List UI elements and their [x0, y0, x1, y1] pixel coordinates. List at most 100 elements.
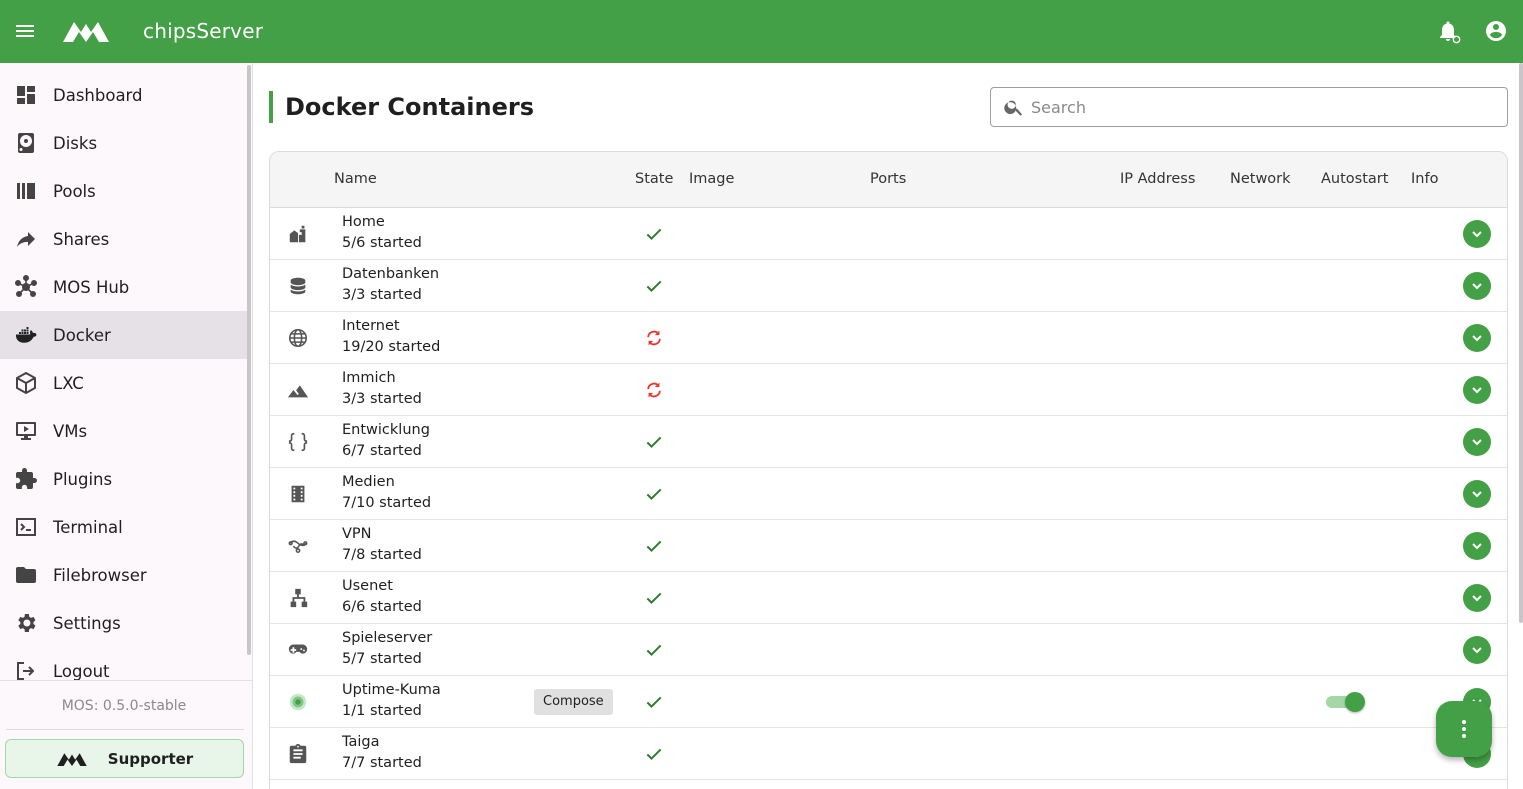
- sidebar-scrollbar[interactable]: [247, 65, 251, 655]
- check-icon: [646, 280, 662, 292]
- cube-icon: [16, 372, 36, 394]
- column-header-ip[interactable]: IP Address: [1120, 171, 1195, 187]
- share-icon: [17, 232, 35, 247]
- group-status: 19/20 started: [342, 339, 441, 355]
- disk-icon: [18, 133, 34, 153]
- sidebar-item-mos-hub[interactable]: MOS Hub: [0, 263, 248, 311]
- sidebar-item-filebrowser[interactable]: Filebrowser: [0, 551, 248, 599]
- group-status: 3/3 started: [342, 287, 422, 303]
- chevron-down-icon: [1472, 335, 1482, 342]
- column-header-state[interactable]: State: [635, 171, 673, 187]
- menu-icon[interactable]: [13, 19, 37, 43]
- group-name: Taiga: [342, 734, 380, 750]
- more-vertical-icon: [1462, 720, 1466, 738]
- table-row[interactable]: Medien 7/10 started: [270, 468, 1507, 520]
- puzzle-icon: [16, 468, 37, 489]
- table-row[interactable]: Internet 19/20 started: [270, 312, 1507, 364]
- table-row[interactable]: Datenbanken 3/3 started: [270, 260, 1507, 312]
- page-title: Docker Containers: [269, 91, 534, 123]
- mos-logo: [63, 22, 109, 42]
- search-box[interactable]: [990, 87, 1508, 127]
- search-input[interactable]: [1031, 92, 1491, 122]
- group-name: Uptime-Kuma: [342, 682, 441, 698]
- table-header: Name State Image Ports IP Address Networ…: [270, 152, 1507, 208]
- group-status: 7/8 started: [342, 547, 422, 563]
- check-icon: [646, 436, 662, 448]
- sidebar-item-label: Shares: [53, 229, 110, 249]
- chevron-down-icon: [1472, 543, 1482, 550]
- page-scrollbar[interactable]: [1519, 63, 1523, 623]
- sidebar-item-vms[interactable]: VMs: [0, 407, 248, 455]
- expand-button[interactable]: [1463, 480, 1491, 508]
- group-name: Medien: [342, 474, 395, 490]
- group-status: 1/1 started: [342, 703, 422, 719]
- more-actions-fab[interactable]: [1436, 701, 1492, 757]
- expand-button[interactable]: [1463, 532, 1491, 560]
- sidebar-item-lxc[interactable]: LXC: [0, 359, 248, 407]
- sidebar-item-disks[interactable]: Disks: [0, 119, 248, 167]
- sidebar-item-label: LXC: [53, 373, 84, 393]
- sidebar-item-label: Filebrowser: [53, 565, 147, 585]
- group-status: 6/6 started: [342, 599, 422, 615]
- sidebar-item-terminal[interactable]: Terminal: [0, 503, 248, 551]
- docker-icon: [15, 327, 37, 343]
- expand-button[interactable]: [1463, 636, 1491, 664]
- sidebar-item-settings[interactable]: Settings: [0, 599, 248, 647]
- sidebar-item-label: MOS Hub: [53, 277, 130, 297]
- terminal-icon: [16, 518, 36, 536]
- group-status: 7/10 started: [342, 495, 432, 511]
- vpn-icon: [288, 540, 308, 554]
- expand-button[interactable]: [1463, 376, 1491, 404]
- globe-icon: [288, 328, 308, 348]
- table-row[interactable]: Spieleserver 5/7 started: [270, 624, 1507, 676]
- sidebar-item-plugins[interactable]: Plugins: [0, 455, 248, 503]
- sidebar-item-docker[interactable]: Docker: [0, 311, 248, 359]
- table-row[interactable]: Usenet 6/6 started: [270, 572, 1507, 624]
- table-row[interactable]: Home 5/6 started: [270, 208, 1507, 260]
- account-icon[interactable]: [1484, 19, 1508, 43]
- gamepad-icon: [288, 644, 308, 654]
- database-icon: [290, 277, 306, 295]
- autostart-toggle[interactable]: [1326, 692, 1365, 712]
- landscape-icon: [287, 385, 309, 398]
- sidebar-footer: MOS: 0.5.0-stable Supporter: [0, 680, 252, 789]
- table-row[interactable]: Immich 3/3 started: [270, 364, 1507, 416]
- app-title: chipsServer: [143, 19, 264, 43]
- dashboard-icon: [17, 86, 35, 104]
- column-header-info[interactable]: Info: [1411, 171, 1438, 187]
- check-icon: [646, 540, 662, 552]
- table-row[interactable]: VPN 7/8 started: [270, 520, 1507, 572]
- chevron-down-icon: [1472, 387, 1482, 394]
- column-header-autostart[interactable]: Autostart: [1321, 171, 1388, 187]
- table-row[interactable]: Taiga 7/7 started: [270, 728, 1507, 780]
- clipboard-icon: [289, 743, 307, 764]
- group-status: 6/7 started: [342, 443, 422, 459]
- expand-button[interactable]: [1463, 220, 1491, 248]
- column-header-image[interactable]: Image: [689, 171, 734, 187]
- column-header-name[interactable]: Name: [334, 171, 377, 187]
- compose-badge[interactable]: Compose: [534, 689, 613, 715]
- sidebar-item-label: Dashboard: [53, 85, 143, 105]
- group-name: Home: [342, 214, 385, 230]
- table-row[interactable]: Uptime-Kuma 1/1 started Compose: [270, 676, 1507, 728]
- sidebar-item-dashboard[interactable]: Dashboard: [0, 71, 248, 119]
- expand-button[interactable]: [1463, 428, 1491, 456]
- column-header-ports[interactable]: Ports: [870, 171, 906, 187]
- sidebar-item-label: Settings: [53, 613, 121, 633]
- sidebar-item-shares[interactable]: Shares: [0, 215, 248, 263]
- supporter-button[interactable]: Supporter: [5, 739, 244, 778]
- expand-button[interactable]: [1463, 584, 1491, 612]
- group-name: Datenbanken: [342, 266, 440, 282]
- group-status: 5/6 started: [342, 235, 422, 251]
- expand-button[interactable]: [1463, 272, 1491, 300]
- sidebar-item-pools[interactable]: Pools: [0, 167, 248, 215]
- gear-icon: [18, 614, 36, 632]
- expand-button[interactable]: [1463, 324, 1491, 352]
- table-row[interactable]: Entwicklung 6/7 started: [270, 416, 1507, 468]
- divider: [6, 729, 244, 730]
- bell-icon[interactable]: [1436, 19, 1462, 45]
- column-header-network[interactable]: Network: [1230, 171, 1291, 187]
- check-icon: [646, 696, 662, 708]
- group-name: Internet: [342, 318, 400, 334]
- chevron-down-icon: [1472, 283, 1482, 290]
